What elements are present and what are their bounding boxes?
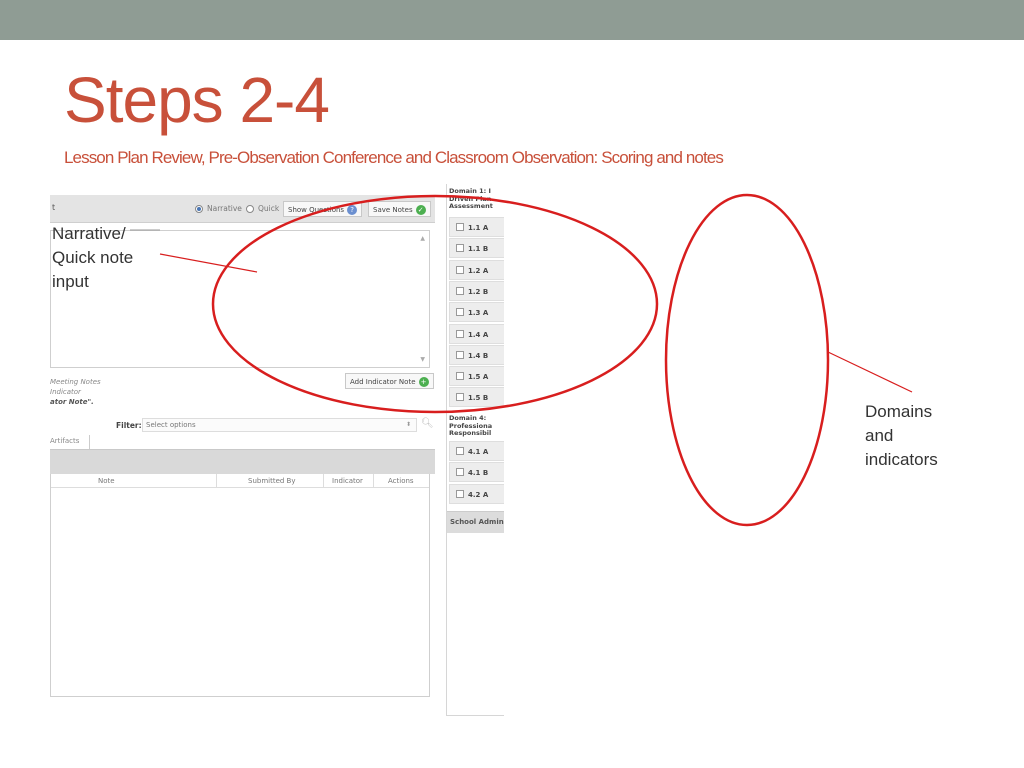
dropdown-arrow-icon: ⬍	[405, 421, 411, 428]
search-icon[interactable]: 🔍︎	[421, 418, 434, 429]
save-notes-label: Save Notes	[373, 206, 413, 214]
indicator-checkbox[interactable]	[456, 286, 464, 295]
domain-1-header: Domain 1: I Driven Plan Assessment	[449, 187, 493, 210]
indicator-label: 1.5 B	[468, 394, 489, 403]
column-divider	[323, 474, 324, 488]
column-indicator[interactable]: Indicator	[332, 477, 363, 485]
slide-subtitle: Lesson Plan Review, Pre-Observation Conf…	[64, 148, 724, 167]
indicator-item[interactable]: 1.1 A	[449, 217, 504, 237]
add-icon: +	[418, 377, 429, 387]
instruction-text: Meeting Notes Indicator ator Note".	[50, 377, 101, 407]
toolbar-title: t	[52, 203, 56, 212]
filter-select[interactable]: Select options ⬍	[142, 418, 417, 432]
indicator-checkbox[interactable]	[456, 489, 464, 498]
domains-callout-line: Domains	[865, 402, 933, 421]
notes-toolbar: t Narrative Quick Show Questions? Save N…	[50, 195, 435, 223]
instruction-line-2: Indicator	[50, 388, 81, 396]
add-indicator-note-button[interactable]: Add Indicator Note +	[345, 373, 434, 389]
domains-leader-line	[827, 351, 913, 393]
indicator-item[interactable]: 1.4 A	[449, 323, 504, 344]
indicator-label: 1.2 A	[468, 266, 489, 275]
indicator-label: 1.2 B	[468, 287, 489, 296]
narrative-callout-line: Quick note	[52, 248, 134, 267]
indicator-label: 4.1 A	[468, 448, 489, 456]
indicator-checkbox[interactable]	[456, 329, 464, 338]
indicator-item[interactable]: 1.5 A	[449, 366, 504, 387]
column-submitted-by[interactable]: Submitted By	[248, 477, 296, 485]
domains-panel: Domain 1: I Driven Plan Assessment 1.1 A…	[446, 184, 504, 716]
indicator-item[interactable]: 1.2 B	[449, 280, 504, 301]
indicator-item[interactable]: 4.1 B	[449, 462, 504, 483]
indicator-label: 1.5 A	[468, 373, 489, 382]
notes-table-header: Note Submitted By Indicator Actions	[51, 474, 429, 488]
indicator-item[interactable]: 1.3 A	[449, 302, 504, 323]
instruction-line-1: Meeting Notes	[50, 378, 101, 386]
school-admin-section[interactable]: School Admin	[447, 511, 504, 533]
indicator-checkbox[interactable]	[456, 350, 464, 359]
filter-label: Filter:	[116, 421, 142, 430]
domains-callout: Domains and indicators	[865, 400, 938, 472]
indicator-checkbox[interactable]	[456, 308, 464, 317]
indicator-checkbox[interactable]	[456, 393, 464, 402]
indicator-checkbox[interactable]	[456, 265, 464, 274]
narrative-callout: Narrative/ Quick note input	[52, 222, 133, 294]
indicator-label: 1.3 A	[468, 309, 489, 318]
scroll-up-icon[interactable]: ▲	[420, 235, 425, 242]
save-notes-button[interactable]: Save Notes ✓	[368, 201, 431, 217]
domains-callout-line: and	[865, 426, 894, 445]
indicator-item[interactable]: 4.1 A	[449, 441, 504, 461]
quick-label: Quick	[258, 204, 280, 213]
column-divider	[216, 474, 217, 488]
domain-4-header: Domain 4: Professiona Responsibil	[449, 414, 493, 437]
help-icon: ?	[347, 205, 358, 215]
indicator-checkbox[interactable]	[456, 223, 464, 231]
column-note[interactable]: Note	[98, 477, 115, 485]
indicator-label: 1.4 A	[468, 330, 489, 339]
narrative-callout-line: Narrative/	[52, 224, 126, 243]
filter-placeholder: Select options	[146, 421, 196, 429]
show-questions-button[interactable]: Show Questions?	[283, 201, 363, 217]
indicator-item[interactable]: 1.2 A	[449, 259, 504, 280]
narrative-callout-line: input	[52, 272, 89, 291]
narrative-radio[interactable]	[195, 205, 203, 213]
indicator-label: 1.1 A	[468, 224, 489, 232]
indicator-label: 1.4 B	[468, 351, 489, 360]
column-divider	[373, 474, 374, 488]
indicator-label: 4.2 A	[468, 490, 489, 499]
indicator-item[interactable]: 1.1 B	[449, 238, 504, 259]
column-actions[interactable]: Actions	[388, 477, 414, 485]
instruction-line-3: ator Note".	[50, 398, 94, 406]
indicator-checkbox[interactable]	[456, 468, 464, 477]
domains-callout-line: indicators	[865, 450, 938, 469]
notes-table: Note Submitted By Indicator Actions	[50, 474, 430, 697]
top-bar	[0, 0, 1024, 40]
checkmark-icon: ✓	[415, 205, 426, 215]
show-questions-label: Show Questions	[288, 206, 345, 214]
indicator-checkbox[interactable]	[456, 244, 464, 253]
narrative-label: Narrative	[207, 204, 242, 213]
quick-radio[interactable]	[246, 205, 254, 213]
tab-artifacts[interactable]: Artifacts	[50, 435, 91, 449]
indicator-item[interactable]: 1.5 B	[449, 387, 504, 408]
domains-highlight-ellipse	[664, 193, 830, 527]
indicator-item[interactable]: 1.4 B	[449, 344, 504, 365]
indicator-item[interactable]: 4.2 A	[449, 483, 504, 504]
slide-title: Steps 2-4	[64, 64, 330, 136]
indicator-checkbox[interactable]	[456, 447, 464, 455]
scroll-down-icon[interactable]: ▼	[420, 356, 425, 363]
table-toolbar	[50, 449, 435, 474]
add-indicator-note-label: Add Indicator Note	[350, 378, 416, 386]
indicator-label: 1.1 B	[468, 245, 489, 254]
indicator-label: 4.1 B	[468, 469, 489, 478]
indicator-checkbox[interactable]	[456, 372, 464, 381]
